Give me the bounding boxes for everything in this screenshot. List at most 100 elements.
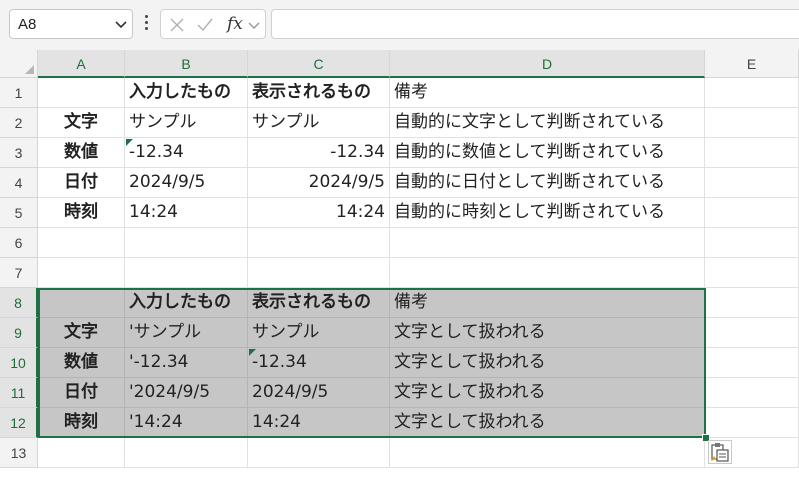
cell-value: 文字として扱われる [394,412,546,432]
header-display[interactable]: 表示されるもの [248,288,390,318]
note-cell[interactable]: 自動的に日付として判断されている [390,168,705,198]
input-cell[interactable]: '2024/9/5 [125,378,248,408]
column-header-c[interactable]: C [248,50,390,78]
chevron-down-icon[interactable] [114,16,128,32]
input-cell[interactable]: サンプル [125,108,248,138]
column-header-a[interactable]: A [38,50,125,78]
cell[interactable] [38,78,125,108]
error-indicator[interactable] [249,349,256,356]
row-label[interactable]: 数値 [38,138,125,168]
cell[interactable] [248,258,390,288]
cell[interactable] [38,288,125,318]
cell[interactable] [390,438,705,468]
input-cell[interactable]: 'サンプル [125,318,248,348]
input-cell[interactable]: '-12.34 [125,348,248,378]
cell[interactable] [705,198,799,228]
note-cell[interactable]: 自動的に数値として判断されている [390,138,705,168]
display-cell[interactable]: -12.34 [248,138,390,168]
row-header-12[interactable]: 12 [0,408,38,438]
cell[interactable] [705,138,799,168]
cell[interactable] [125,228,248,258]
row-header-1[interactable]: 1 [0,78,38,108]
row-header-13[interactable]: 13 [0,438,38,468]
column-header-e[interactable]: E [705,50,799,78]
cell-value: 時刻 [64,202,98,222]
row-header-9[interactable]: 9 [0,318,38,348]
row-header-3[interactable]: 3 [0,138,38,168]
display-cell[interactable]: サンプル [248,108,390,138]
cell[interactable] [38,438,125,468]
row-label[interactable]: 文字 [38,318,125,348]
row-label[interactable]: 時刻 [38,198,125,228]
paste-options-icon[interactable] [708,440,732,464]
row-header-11[interactable]: 11 [0,378,38,408]
select-all-button[interactable] [0,50,38,78]
more-options-icon[interactable] [141,13,151,35]
row-label[interactable]: 日付 [38,378,125,408]
row-header-4[interactable]: 4 [0,168,38,198]
display-cell[interactable]: -12.34 [248,348,390,378]
note-cell[interactable]: 自動的に文字として判断されている [390,108,705,138]
cell[interactable] [125,438,248,468]
insert-function-button[interactable]: fx [227,14,243,34]
input-cell[interactable]: '14:24 [125,408,248,438]
row-label[interactable]: 数値 [38,348,125,378]
display-cell[interactable]: 14:24 [248,198,390,228]
note-cell[interactable]: 文字として扱われる [390,378,705,408]
cell[interactable] [38,258,125,288]
cell[interactable] [390,258,705,288]
row-header-6[interactable]: 6 [0,228,38,258]
cell[interactable] [705,318,799,348]
note-cell[interactable]: 文字として扱われる [390,348,705,378]
note-cell[interactable]: 自動的に時刻として判断されている [390,198,705,228]
header-note[interactable]: 備考 [390,78,705,108]
row-header-5[interactable]: 5 [0,198,38,228]
header-display[interactable]: 表示されるもの [248,78,390,108]
cell[interactable] [248,228,390,258]
row-header-8[interactable]: 8 [0,288,38,318]
note-cell[interactable]: 文字として扱われる [390,408,705,438]
cell[interactable] [705,378,799,408]
column-header-b[interactable]: B [125,50,248,78]
cell[interactable] [390,228,705,258]
row-header-10[interactable]: 10 [0,348,38,378]
cell[interactable] [705,168,799,198]
header-note[interactable]: 備考 [390,288,705,318]
error-indicator[interactable] [126,139,133,146]
x-icon[interactable] [167,15,187,35]
header-input[interactable]: 入力したもの [125,288,248,318]
display-cell[interactable]: サンプル [248,318,390,348]
input-cell[interactable]: -12.34 [125,138,248,168]
row-header-7[interactable]: 7 [0,258,38,288]
check-icon[interactable] [195,15,215,35]
chevron-down-icon[interactable] [247,15,261,35]
display-cell[interactable]: 2024/9/5 [248,378,390,408]
header-input[interactable]: 入力したもの [125,78,248,108]
column-header-d[interactable]: D [390,50,705,78]
row-label[interactable]: 時刻 [38,408,125,438]
cell[interactable] [705,408,799,438]
cell[interactable] [705,78,799,108]
cell-value: 文字 [64,112,98,132]
row-label[interactable]: 日付 [38,168,125,198]
cell[interactable] [125,258,248,288]
cell[interactable] [248,438,390,468]
cell-value: 自動的に数値として判断されている [394,142,665,162]
input-cell[interactable]: 2024/9/5 [125,168,248,198]
note-cell[interactable]: 文字として扱われる [390,318,705,348]
row-header-2[interactable]: 2 [0,108,38,138]
display-cell[interactable]: 2024/9/5 [248,168,390,198]
cell[interactable] [705,258,799,288]
display-cell[interactable]: 14:24 [248,408,390,438]
row-label[interactable]: 文字 [38,108,125,138]
cell[interactable] [705,288,799,318]
formula-input[interactable] [271,9,799,39]
cell[interactable] [705,108,799,138]
cell[interactable] [705,348,799,378]
cell[interactable] [705,228,799,258]
input-cell[interactable]: 14:24 [125,198,248,228]
name-box[interactable]: A8 [9,9,133,39]
cell-value: 時刻 [64,412,98,432]
cell[interactable] [38,228,125,258]
cell-value: 表示されるもの [252,292,371,312]
